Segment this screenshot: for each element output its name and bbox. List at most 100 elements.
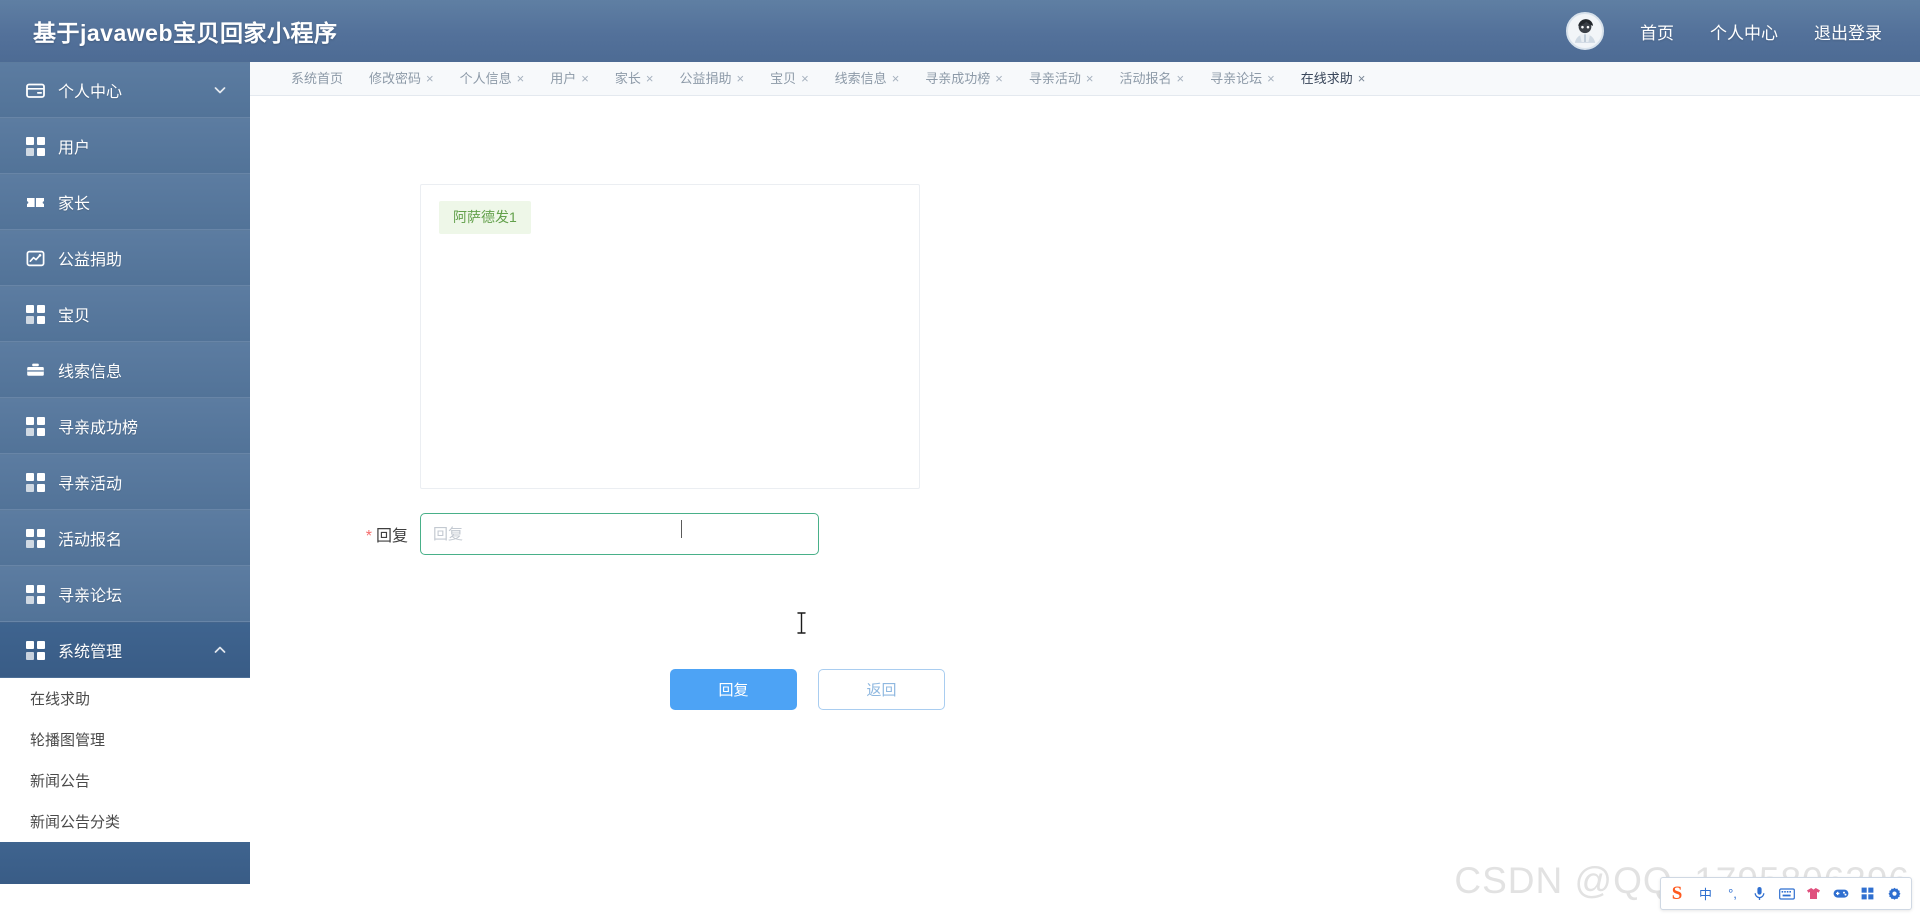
header-link-profile[interactable]: 个人中心	[1710, 19, 1778, 44]
sidebar-subitem-online-help[interactable]: 在线求助	[0, 678, 250, 719]
tab-parent[interactable]: 家长 ×	[602, 62, 667, 95]
close-icon[interactable]: ×	[801, 72, 809, 85]
briefcase-icon	[26, 361, 45, 380]
tab-label: 系统首页	[291, 70, 344, 86]
tab-personal-info[interactable]: 个人信息 ×	[447, 62, 538, 95]
close-icon[interactable]: ×	[1267, 72, 1275, 85]
tab-label: 宝贝	[770, 70, 797, 86]
header-right-group: 首页 个人中心 退出登录	[1566, 12, 1882, 50]
sidebar-item-system-management[interactable]: 系统管理	[0, 622, 250, 678]
sidebar-item-user[interactable]: 用户	[0, 118, 250, 174]
sidebar-item-success-board[interactable]: 寻亲成功榜	[0, 398, 250, 454]
sidebar-subitem-carousel-management[interactable]: 轮播图管理	[0, 719, 250, 760]
grid-icon	[26, 528, 45, 548]
close-icon[interactable]: ×	[646, 72, 654, 85]
sidebar-subitem-news-category[interactable]: 新闻公告分类	[0, 801, 250, 842]
close-icon[interactable]: ×	[995, 72, 1003, 85]
tab-label: 用户	[550, 70, 577, 86]
close-icon[interactable]: ×	[1086, 72, 1094, 85]
sidebar-item-personal-center[interactable]: 个人中心	[0, 62, 250, 118]
close-icon[interactable]: ×	[1177, 72, 1185, 85]
tab-label: 个人信息	[459, 70, 512, 86]
sogou-logo-icon[interactable]: S	[1663, 881, 1691, 907]
sidebar-item-clue-info[interactable]: 线索信息	[0, 342, 250, 398]
grid-icon	[26, 136, 45, 156]
chart-line-icon	[26, 249, 45, 268]
user-avatar[interactable]	[1566, 12, 1604, 50]
header-link-logout[interactable]: 退出登录	[1814, 19, 1882, 44]
tab-activity[interactable]: 寻亲活动 ×	[1016, 62, 1107, 95]
grid-icon	[26, 640, 45, 660]
text-caret	[681, 520, 682, 538]
tab-label: 公益捐助	[679, 70, 732, 86]
sidebar-item-label: 宝贝	[58, 308, 91, 325]
tab-donation[interactable]: 公益捐助 ×	[666, 62, 757, 95]
sidebar-submenu-system-management: 在线求助 轮播图管理 新闻公告 新闻公告分类	[0, 678, 250, 842]
sidebar-item-label: 用户	[58, 140, 91, 157]
sidebar-item-label: 线索信息	[58, 364, 123, 381]
sidebar-item-label: 系统管理	[58, 644, 123, 661]
sidebar: 个人中心 用户 家长 公益捐助 宝贝 线索信息 寻亲成功榜 寻亲活动 活动报名 …	[0, 62, 250, 916]
close-icon[interactable]: ×	[517, 72, 525, 85]
ime-chinese-english-toggle-icon[interactable]: 中	[1693, 881, 1718, 906]
ime-soft-keyboard-icon[interactable]	[1774, 881, 1799, 906]
tab-clue-info[interactable]: 线索信息 ×	[822, 62, 913, 95]
sidebar-item-activity[interactable]: 寻亲活动	[0, 454, 250, 510]
page-title: 基于javaweb宝贝回家小程序	[33, 20, 338, 46]
sidebar-item-label: 个人中心	[58, 84, 123, 101]
tab-label: 寻亲活动	[1028, 70, 1081, 86]
ime-toolbox-icon[interactable]	[1828, 881, 1853, 906]
sidebar-footer-bar	[0, 842, 250, 884]
sidebar-item-forum[interactable]: 寻亲论坛	[0, 566, 250, 622]
tab-user[interactable]: 用户 ×	[537, 62, 602, 95]
tab-baby[interactable]: 宝贝 ×	[757, 62, 822, 95]
grid-icon	[26, 416, 45, 436]
tab-label: 在线求助	[1300, 70, 1353, 86]
main-content: 阿萨德发1 *回复 回复 返回	[250, 96, 1920, 916]
chevron-down-icon[interactable]	[212, 82, 228, 98]
close-icon[interactable]: ×	[1358, 72, 1366, 85]
close-icon[interactable]: ×	[892, 72, 900, 85]
chevron-up-icon[interactable]	[212, 642, 228, 658]
sidebar-item-parent[interactable]: 家长	[0, 174, 250, 230]
grid-icon	[26, 472, 45, 492]
reply-input[interactable]	[420, 513, 819, 555]
tab-label: 修改密码	[369, 70, 422, 86]
sogou-ime-toolbar: S 中 °,	[1660, 877, 1912, 910]
tab-label: 活动报名	[1119, 70, 1172, 86]
tab-online-help[interactable]: 在线求助 ×	[1288, 62, 1379, 95]
message-bubble: 阿萨德发1	[439, 201, 531, 234]
ticket-icon	[26, 193, 45, 212]
grid-icon	[26, 584, 45, 604]
ime-skin-icon[interactable]	[1801, 881, 1826, 906]
sidebar-item-label: 家长	[58, 196, 91, 213]
sidebar-item-baby[interactable]: 宝贝	[0, 286, 250, 342]
tab-success-board[interactable]: 寻亲成功榜 ×	[912, 62, 1016, 95]
tab-activity-signup[interactable]: 活动报名 ×	[1107, 62, 1198, 95]
close-icon[interactable]: ×	[736, 72, 744, 85]
header-link-home[interactable]: 首页	[1640, 19, 1674, 44]
card-icon	[26, 81, 45, 100]
close-icon[interactable]: ×	[581, 72, 589, 85]
form-action-buttons: 回复 返回	[670, 669, 945, 710]
tab-label: 线索信息	[834, 70, 887, 86]
tab-system-home[interactable]: 系统首页	[278, 62, 356, 95]
tab-bar: 系统首页 修改密码 × 个人信息 × 用户 × 家长 × 公益捐助 × 宝贝 ×…	[250, 62, 1920, 96]
tab-label: 家长	[614, 70, 641, 86]
ime-voice-input-icon[interactable]	[1747, 881, 1772, 906]
ime-apps-icon[interactable]	[1855, 881, 1880, 906]
sidebar-item-donation[interactable]: 公益捐助	[0, 230, 250, 286]
sidebar-item-label: 公益捐助	[58, 252, 123, 269]
ime-settings-gear-icon[interactable]	[1882, 881, 1907, 906]
tab-change-password[interactable]: 修改密码 ×	[356, 62, 447, 95]
grid-icon	[26, 304, 45, 324]
sidebar-subitem-news-announcement[interactable]: 新闻公告	[0, 760, 250, 801]
app-root: 基于javaweb宝贝回家小程序 首页 个人中心 退出登录 个人中心 用户 家长…	[0, 0, 1920, 916]
tab-label: 寻亲成功榜	[925, 70, 991, 86]
tab-forum[interactable]: 寻亲论坛 ×	[1197, 62, 1288, 95]
back-button[interactable]: 返回	[818, 669, 945, 710]
ime-punctuation-toggle-icon[interactable]: °,	[1720, 881, 1745, 906]
close-icon[interactable]: ×	[426, 72, 434, 85]
sidebar-item-activity-signup[interactable]: 活动报名	[0, 510, 250, 566]
reply-submit-button[interactable]: 回复	[670, 669, 797, 710]
